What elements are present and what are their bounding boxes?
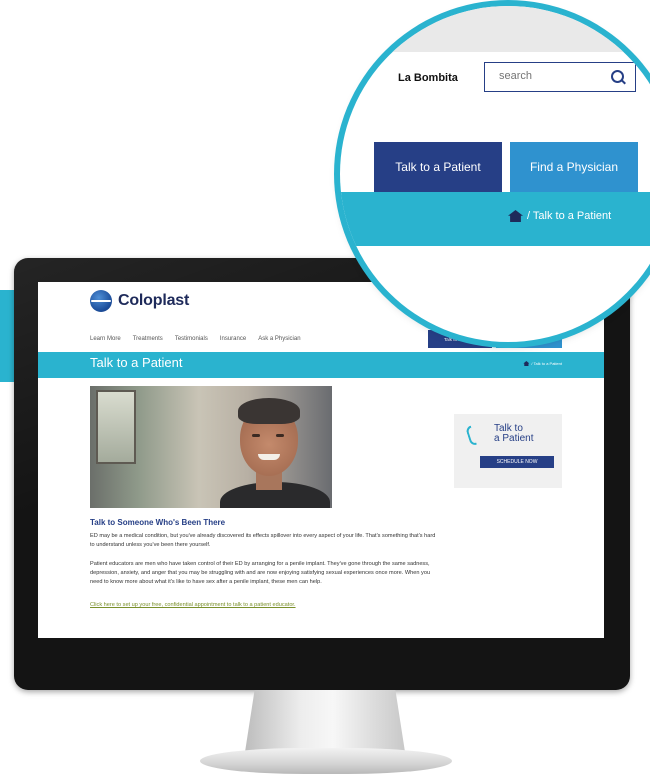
nav-links: Learn More Treatments Testimonials Insur… [90, 336, 301, 342]
nav-item-treatments[interactable]: Treatments [133, 336, 163, 342]
main-content: Talk to a Patient SCHEDULE NOW Talk to S… [38, 378, 604, 638]
photo-background-window [96, 390, 136, 464]
photo-smile [258, 454, 280, 460]
magnifier-content: La Bombita Talk to a Patient Find a Phys… [340, 6, 650, 342]
nav-item-testimonials[interactable]: Testimonials [175, 336, 208, 342]
coloplast-logo-icon [90, 290, 112, 312]
magnified-talk-to-patient-button[interactable]: Talk to a Patient [374, 142, 502, 192]
magnified-breadcrumb: / Talk to a Patient [508, 210, 611, 222]
talk-to-patient-card: Talk to a Patient SCHEDULE NOW [454, 414, 562, 488]
content-paragraph-2: Patient educators are men who have taken… [90, 561, 431, 585]
magnified-breadcrumb-label: / Talk to a Patient [527, 210, 612, 222]
magnifier-top-band [340, 6, 650, 52]
monitor-stand-neck [245, 690, 405, 752]
content-paragraph-1: ED may be a medical condition, but you'v… [90, 533, 436, 548]
content-heading: Talk to Someone Who's Been There [90, 518, 226, 527]
nav-item-learn-more[interactable]: Learn More [90, 336, 121, 342]
magnifier-callout: La Bombita Talk to a Patient Find a Phys… [340, 6, 650, 342]
magnifier-brand: La Bombita [398, 72, 458, 84]
page-title: Talk to a Patient [90, 355, 183, 370]
card-title: Talk to a Patient [494, 424, 533, 444]
search-box [484, 62, 636, 92]
photo-eye-left [252, 434, 260, 437]
logo[interactable]: Coloplast [90, 290, 189, 312]
magnified-find-physician-button[interactable]: Find a Physician [510, 142, 638, 192]
breadcrumb-label: / Talk to a Patient [531, 361, 562, 366]
breadcrumb: / Talk to a Patient [523, 361, 562, 366]
appointment-link[interactable]: Click here to set up your free, confiden… [90, 602, 296, 608]
photo-eye-right [276, 434, 284, 437]
home-icon[interactable] [523, 361, 530, 366]
schedule-now-button[interactable]: SCHEDULE NOW [480, 456, 554, 468]
card-title-line2: a Patient [494, 433, 534, 444]
search-input[interactable] [485, 63, 609, 89]
page-title-bar: Talk to a Patient / Talk to a Patient [38, 352, 604, 378]
search-icon[interactable] [611, 70, 624, 83]
home-icon[interactable] [508, 210, 523, 222]
logo-text: Coloplast [118, 292, 190, 309]
photo-hair [238, 398, 300, 424]
monitor-stand-base [200, 748, 452, 774]
hero-photo [90, 386, 332, 508]
nav-item-ask-physician[interactable]: Ask a Physician [258, 336, 300, 342]
nav-item-insurance[interactable]: Insurance [220, 336, 246, 342]
side-accent-bar [0, 290, 14, 382]
phone-icon [468, 426, 478, 444]
